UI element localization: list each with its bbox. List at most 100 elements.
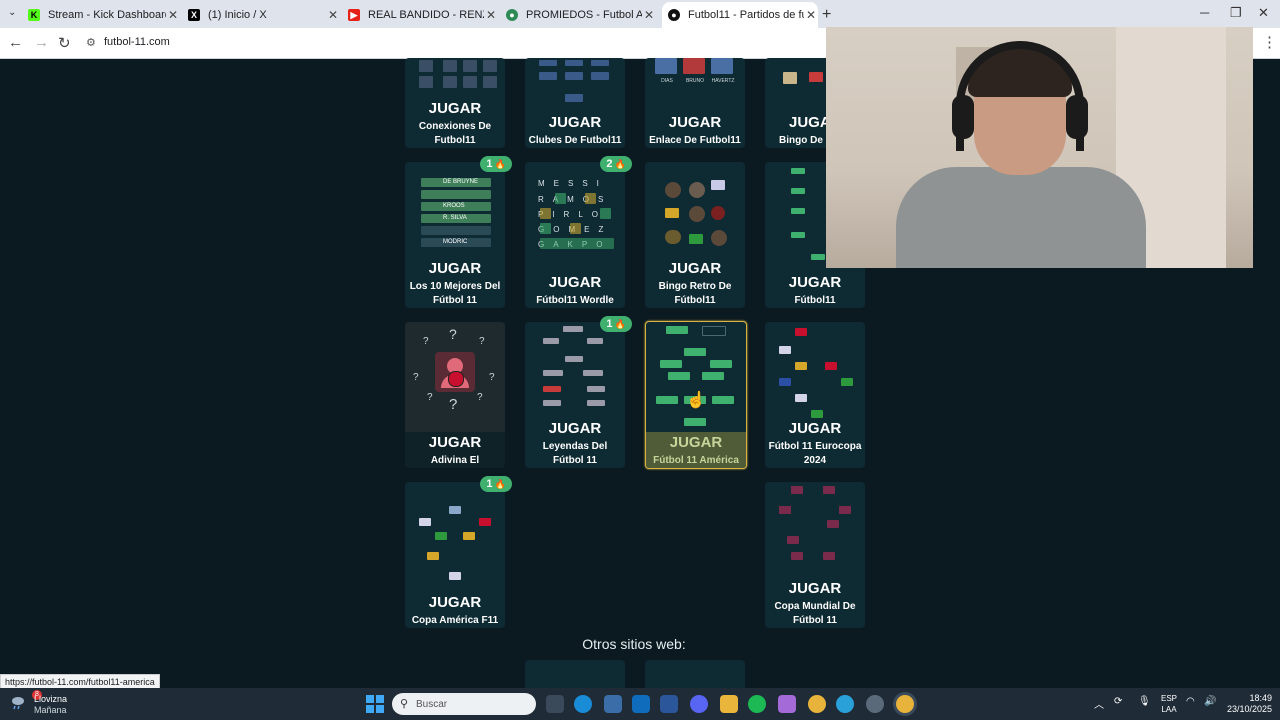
forward-icon[interactable]: →: [34, 34, 49, 51]
card-preview: [405, 482, 505, 592]
tab-promiedos[interactable]: ● PROMIEDOS - Futbol Argentino ✕: [506, 4, 656, 26]
outlook-icon[interactable]: [632, 695, 650, 713]
tab-title: (1) Inicio / X: [208, 9, 267, 21]
fire-icon: 🔥: [494, 158, 506, 169]
game-name: Clubes De Futbol11: [528, 135, 622, 146]
game-card-copa-america[interactable]: JUGAR Copa América F11: [405, 482, 505, 628]
tab-search-icon[interactable]: ⌄: [8, 7, 16, 18]
chrome-active-icon[interactable]: [896, 695, 914, 713]
question-icon: ?: [477, 392, 483, 403]
tray-chevron-icon[interactable]: ︿: [1094, 696, 1104, 711]
discord-icon[interactable]: [690, 695, 708, 713]
tab-kick[interactable]: K Stream - Kick Dashboard ✕: [28, 4, 180, 26]
headset-earcup: [1066, 95, 1088, 139]
game-card-top10[interactable]: DE BRUYNE KROOS R. SILVA MODRIC JUGAR Lo…: [405, 162, 505, 308]
game-name: Bingo Retro De Fútbol11: [658, 281, 732, 306]
game-name: Enlace De Futbol11: [649, 135, 741, 146]
webcam-overlay: [826, 27, 1253, 268]
close-icon[interactable]: ✕: [326, 8, 340, 22]
question-icon: ?: [479, 336, 485, 347]
close-icon[interactable]: ✕: [166, 8, 180, 22]
edge-icon[interactable]: [574, 695, 592, 713]
card-preview: [525, 58, 625, 108]
fire-icon: 🔥: [614, 318, 626, 329]
card-preview: [525, 322, 625, 422]
game-name: Fútbol 11 Eurocopa 2024: [768, 441, 862, 466]
back-icon[interactable]: ←: [8, 34, 23, 51]
wordle-row: RAMOS: [538, 195, 613, 204]
tab-title: REAL BANDIDO - RENZO ED (O: [368, 9, 484, 21]
other-site-card[interactable]: [525, 660, 625, 688]
tab-youtube[interactable]: ▶ REAL BANDIDO - RENZO ED (O ✕: [348, 4, 498, 26]
other-site-card[interactable]: [645, 660, 745, 688]
close-icon[interactable]: ✕: [804, 8, 818, 22]
taskbar: 8 Llovizna Mañana ⚲ Buscar ︿ ⟳ 🎙 ESP LAA ◠…: [0, 688, 1280, 720]
task-view-icon[interactable]: [546, 695, 564, 713]
language-indicator[interactable]: ESP LAA: [1158, 693, 1180, 715]
tab-x[interactable]: X (1) Inicio / X ✕: [188, 4, 340, 26]
clock[interactable]: 18:49 23/10/2025: [1222, 693, 1272, 715]
question-icon: ?: [413, 372, 419, 383]
mic-icon[interactable]: 🎙: [1138, 696, 1151, 707]
minimize-icon[interactable]: ─: [1200, 5, 1209, 20]
obs-icon[interactable]: [866, 695, 884, 713]
card-preview: [405, 58, 505, 102]
new-tab-icon[interactable]: +: [822, 6, 831, 24]
game-card-wordle[interactable]: MESSI RAMOS PIRLO GOMEZ GAKPO JUGAR Fútb…: [525, 162, 625, 308]
card-preview: DE BRUYNE KROOS R. SILVA MODRIC: [405, 162, 505, 262]
play-label: JUGAR: [548, 274, 602, 291]
close-window-icon[interactable]: ✕: [1258, 5, 1269, 21]
game-card-copa-mundial[interactable]: JUGAR Copa Mundial De Fútbol 11: [765, 482, 865, 628]
tab-futbol11[interactable]: ● Futbol11 - Partidos de fútbol d ✕: [662, 2, 818, 28]
other-sites-heading: Otros sitios web:: [582, 636, 686, 652]
store-icon[interactable]: [604, 695, 622, 713]
game-name: Fútbol 11 América: [653, 455, 739, 466]
play-label: JUGAR: [428, 260, 482, 277]
game-card-leyendas[interactable]: JUGAR Leyendas Del Fútbol 11: [525, 322, 625, 468]
sync-icon[interactable]: ⟳: [1114, 696, 1122, 707]
telegram-icon[interactable]: [836, 695, 854, 713]
game-card-bingo-retro[interactable]: JUGAR Bingo Retro De Fútbol11: [645, 162, 745, 308]
play-label: JUGAR: [669, 434, 723, 451]
game-card-enlace[interactable]: DIAS BRUNO HAVERTZ JUGAR Enlace De Futbo…: [645, 58, 745, 148]
windows-start-icon[interactable]: [366, 695, 384, 713]
reload-icon[interactable]: ↻: [58, 34, 71, 52]
question-icon: ?: [489, 372, 495, 383]
spotify-icon[interactable]: [748, 695, 766, 713]
play-label: JUGAR: [428, 594, 482, 611]
play-label: JUGAR: [548, 420, 602, 437]
maximize-icon[interactable]: ❐: [1230, 5, 1242, 21]
kick-icon: K: [28, 9, 40, 21]
teams-icon[interactable]: [778, 695, 796, 713]
tab-title: Futbol11 - Partidos de fútbol d: [688, 9, 804, 21]
game-card-eurocopa[interactable]: JUGAR Fútbol 11 Eurocopa 2024: [765, 322, 865, 468]
wifi-icon[interactable]: ◠: [1186, 696, 1195, 707]
promiedos-icon: ●: [506, 9, 518, 21]
headset-icon: [956, 41, 1084, 151]
taskbar-search[interactable]: ⚲ Buscar: [392, 693, 536, 715]
menu-icon[interactable]: ⋮: [1262, 33, 1277, 51]
question-icon: ?: [423, 336, 429, 347]
site-info-icon[interactable]: ⚙: [86, 36, 96, 49]
youtube-icon: ▶: [348, 9, 360, 21]
word-icon[interactable]: [660, 695, 678, 713]
headset-earcup: [952, 95, 974, 139]
file-explorer-icon[interactable]: [720, 695, 738, 713]
play-label: JUGAR: [788, 420, 842, 437]
card-preview: [765, 482, 865, 582]
hand-cursor-icon: ☝: [686, 392, 706, 409]
game-name: Los 10 Mejores Del Fútbol 11: [409, 281, 501, 306]
play-label: JUGAR: [428, 100, 482, 117]
url-field[interactable]: futbol-11.com: [104, 36, 170, 48]
game-name: Conexiones De Futbol11: [418, 121, 492, 146]
chrome-icon[interactable]: [808, 695, 826, 713]
game-card-clubes[interactable]: JUGAR Clubes De Futbol11: [525, 58, 625, 148]
close-icon[interactable]: ✕: [642, 8, 656, 22]
close-icon[interactable]: ✕: [484, 8, 498, 22]
game-card-conexiones[interactable]: JUGAR Conexiones De Futbol11: [405, 58, 505, 148]
weather-title: Llovizna: [34, 694, 68, 704]
card-preview: [646, 322, 746, 432]
volume-icon[interactable]: 🔊: [1204, 696, 1216, 707]
game-card-adivina[interactable]: ? ? ? ? ? ? ? ? JUGAR Adivina El Futboli…: [405, 322, 505, 468]
tab-title: Stream - Kick Dashboard: [48, 9, 166, 21]
